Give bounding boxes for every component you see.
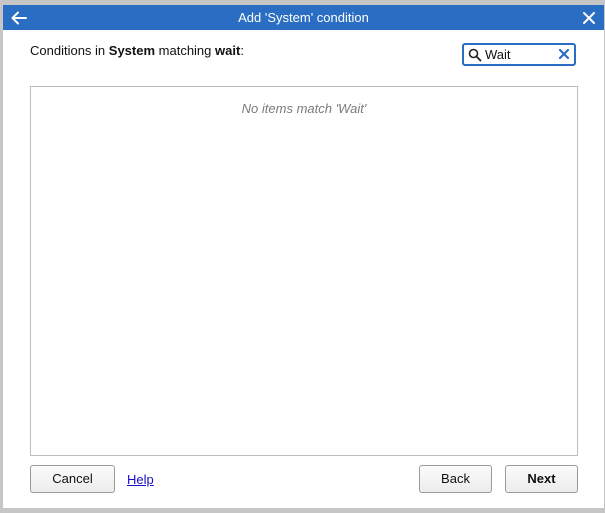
cancel-button[interactable]: Cancel: [30, 465, 115, 493]
prompt-middle: matching: [155, 43, 216, 58]
search-prompt: Conditions in System matching wait:: [30, 43, 244, 58]
empty-results-message: No items match 'Wait': [241, 101, 367, 116]
results-list[interactable]: No items match 'Wait': [30, 86, 578, 456]
help-link[interactable]: Help: [127, 472, 154, 487]
prompt-category: System: [108, 43, 156, 58]
prompt-query: wait: [215, 43, 241, 58]
next-button[interactable]: Next: [505, 465, 578, 493]
back-button[interactable]: Back: [419, 465, 492, 493]
search-field[interactable]: [462, 43, 576, 66]
clear-icon[interactable]: [557, 47, 571, 61]
title-bar: Add 'System' condition: [3, 5, 604, 30]
close-icon[interactable]: [580, 9, 598, 27]
prompt-suffix: :: [240, 43, 244, 58]
search-input[interactable]: [485, 45, 555, 64]
add-condition-dialog: Add 'System' condition Conditions in Sys…: [3, 5, 604, 508]
prompt-prefix: Conditions in: [30, 43, 109, 58]
dialog-title: Add 'System' condition: [238, 10, 369, 25]
search-icon: [468, 48, 482, 62]
